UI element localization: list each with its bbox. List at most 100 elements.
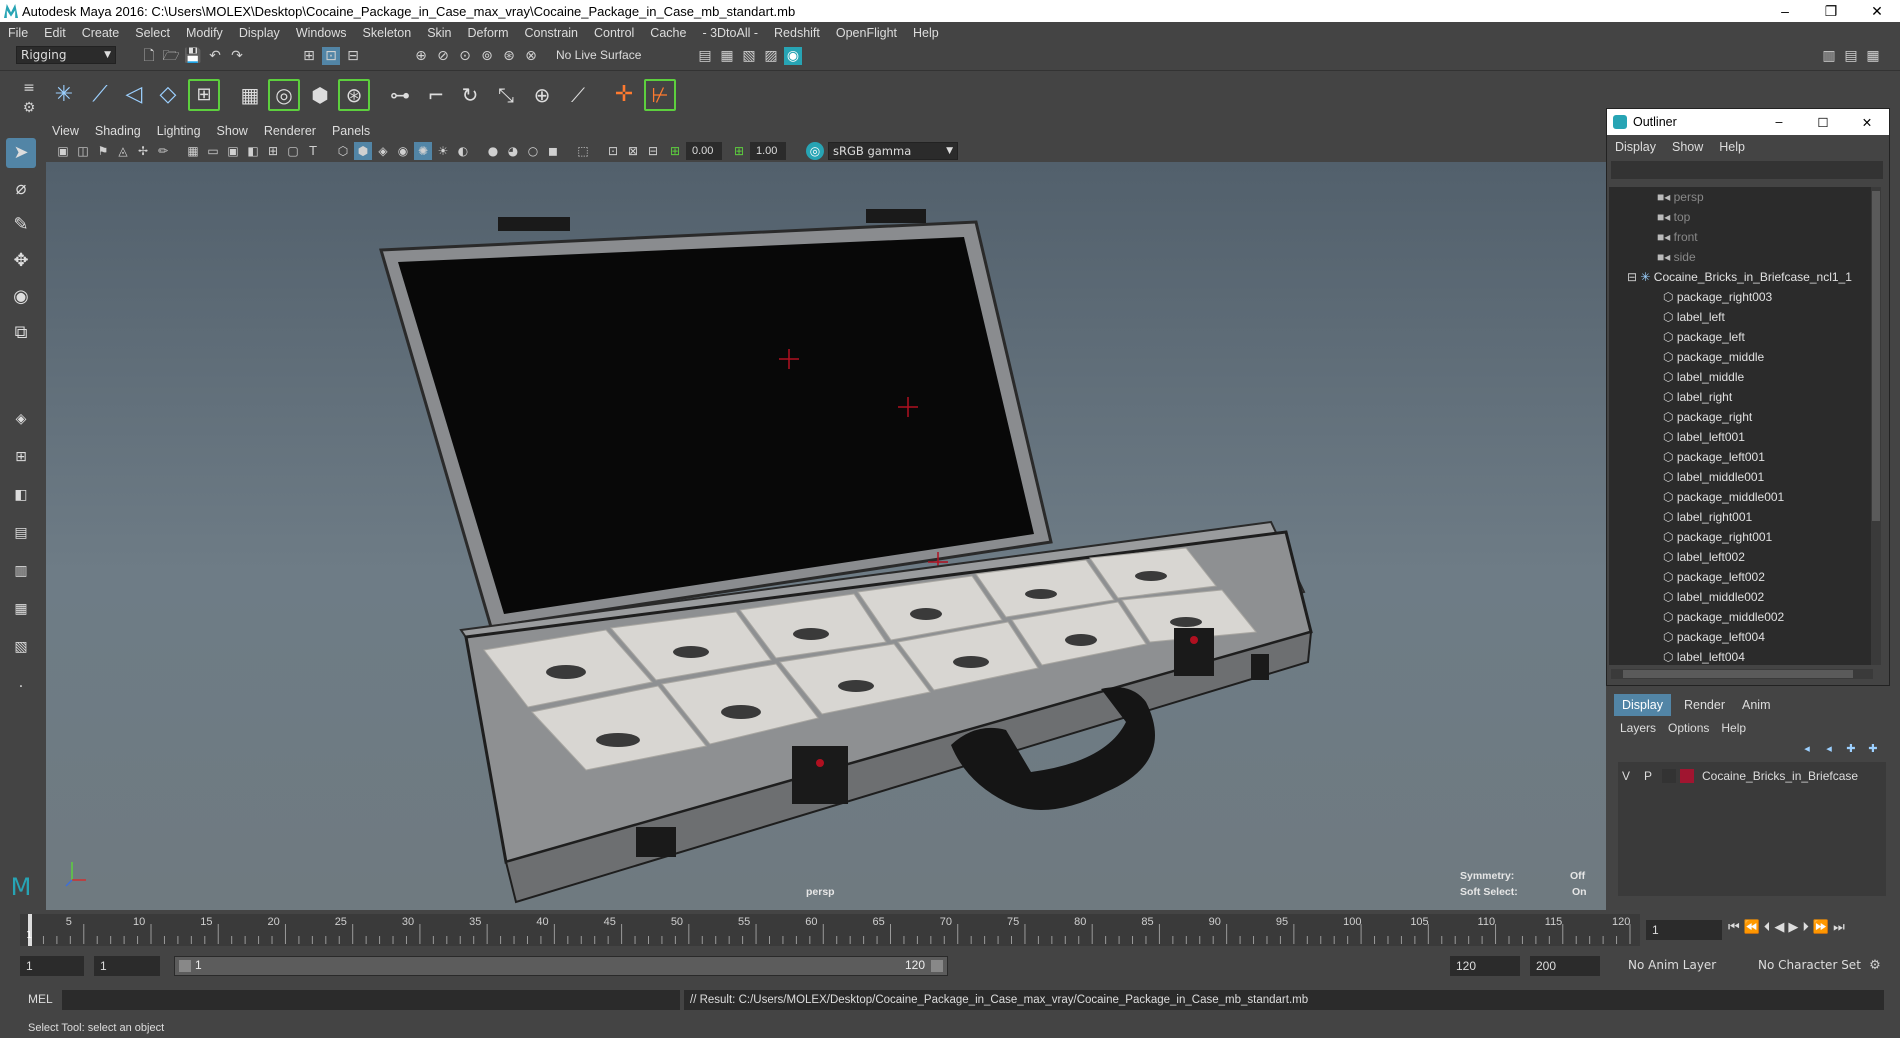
depth-of-field-icon[interactable]: ◼ bbox=[544, 142, 562, 160]
render-settings-icon[interactable]: ▤ bbox=[696, 47, 714, 65]
panel-menu-show[interactable]: Show bbox=[209, 124, 256, 138]
new-layer-selected-icon[interactable]: ✚ bbox=[1864, 740, 1882, 758]
layer-playback-toggle[interactable]: P bbox=[1644, 766, 1652, 786]
outliner-menu-help[interactable]: Help bbox=[1711, 140, 1753, 154]
layer-color-swatch[interactable] bbox=[1680, 769, 1694, 783]
menu-help[interactable]: Help bbox=[905, 26, 947, 40]
snap-surface-icon[interactable]: ⊛ bbox=[500, 47, 518, 65]
gate-mask-icon[interactable]: ◧ bbox=[244, 142, 262, 160]
anim-layer-dropdown[interactable]: No Anim Layer bbox=[1612, 956, 1736, 976]
parent-constraint-icon[interactable]: ⊕ bbox=[526, 79, 558, 111]
list-item[interactable]: ■◂ side bbox=[1609, 247, 1881, 267]
wrap-icon[interactable]: ⬢ bbox=[304, 79, 336, 111]
step-back-icon[interactable]: ⏪ bbox=[1744, 920, 1760, 940]
tab-display[interactable]: Display bbox=[1614, 694, 1671, 716]
shadows-icon[interactable]: ☀ bbox=[434, 142, 452, 160]
list-item[interactable]: ⬡ label_left bbox=[1609, 307, 1881, 327]
list-item[interactable]: ⊟ ✳ Cocaine_Bricks_in_Briefcase_ncl1_1 bbox=[1609, 267, 1881, 287]
list-item[interactable]: ⬡ label_right001 bbox=[1609, 507, 1881, 527]
tab-anim[interactable]: Anim bbox=[1734, 694, 1778, 716]
channel-box-icon[interactable]: ▦ bbox=[1864, 47, 1882, 65]
list-item[interactable]: ⬡ label_middle002 bbox=[1609, 587, 1881, 607]
move-layer-down-icon[interactable]: ◂ bbox=[1820, 740, 1838, 758]
list-item[interactable]: ■◂ front bbox=[1609, 227, 1881, 247]
exposure-icon[interactable]: ⊞ bbox=[666, 142, 684, 160]
camera-attributes-icon[interactable]: ◫ bbox=[74, 142, 92, 160]
pole-vector-icon[interactable]: ⟋ bbox=[562, 79, 594, 111]
gamma-field[interactable]: 1.00 bbox=[750, 142, 786, 160]
collapse-icon[interactable]: ⊟ bbox=[1627, 270, 1640, 284]
point-constraint-icon[interactable]: ⊶ bbox=[384, 79, 416, 111]
live-surface-label[interactable]: No Live Surface bbox=[556, 48, 641, 62]
camera-select-icon[interactable]: ▣ bbox=[54, 142, 72, 160]
exposure-field[interactable]: 0.00 bbox=[686, 142, 722, 160]
outliner-layout-icon[interactable]: ▤ bbox=[6, 518, 36, 548]
two-pane-icon[interactable]: ◧ bbox=[6, 480, 36, 510]
ipr-render-icon[interactable]: ▧ bbox=[740, 47, 758, 65]
snap-curve-icon[interactable]: ⊘ bbox=[434, 47, 452, 65]
maya-home-icon[interactable]: M bbox=[6, 872, 36, 902]
step-forward-icon[interactable]: ⏩ bbox=[1813, 920, 1829, 940]
shelf-settings-icon[interactable]: ⚙ bbox=[20, 99, 38, 117]
list-item[interactable]: ⬡ label_left004 bbox=[1609, 647, 1881, 665]
scale-constraint-icon[interactable]: ⤡ bbox=[490, 79, 522, 111]
2d-pan-icon[interactable]: ✢ bbox=[134, 142, 152, 160]
close-button[interactable]: ✕ bbox=[1854, 3, 1900, 20]
menu-deform[interactable]: Deform bbox=[460, 26, 517, 40]
list-item[interactable]: ⬡ label_left001 bbox=[1609, 427, 1881, 447]
magnet-icon[interactable]: ⊗ bbox=[522, 47, 540, 65]
layer-name[interactable]: Cocaine_Bricks_in_Briefcase bbox=[1702, 766, 1858, 786]
color-space-dropdown[interactable]: sRGB gamma ▼ bbox=[828, 142, 958, 160]
outliner-search-input[interactable] bbox=[1611, 161, 1883, 179]
range-end-handle[interactable] bbox=[931, 960, 943, 972]
safe-action-icon[interactable]: ▢ bbox=[284, 142, 302, 160]
menu-redshift[interactable]: Redshift bbox=[766, 26, 828, 40]
layer-menu-options[interactable]: Options bbox=[1662, 721, 1715, 735]
ambient-occlusion-icon[interactable]: ● bbox=[484, 142, 502, 160]
list-item[interactable]: ⬡ package_right001 bbox=[1609, 527, 1881, 547]
list-item[interactable]: ⬡ package_middle002 bbox=[1609, 607, 1881, 627]
layer-menu-help[interactable]: Help bbox=[1715, 721, 1752, 735]
range-start-handle[interactable] bbox=[179, 960, 191, 972]
menu-constrain[interactable]: Constrain bbox=[517, 26, 587, 40]
menu-control[interactable]: Control bbox=[586, 26, 642, 40]
menu-modify[interactable]: Modify bbox=[178, 26, 231, 40]
step-forward-key-icon[interactable]: ⏵ bbox=[1802, 920, 1809, 940]
menu-skeleton[interactable]: Skeleton bbox=[355, 26, 420, 40]
anim-prefs-icon[interactable]: ⚙ bbox=[1866, 957, 1884, 975]
select-hierarchy-icon[interactable]: ⊞ bbox=[300, 47, 318, 65]
bookmark-icon[interactable]: ⚑ bbox=[94, 142, 112, 160]
rotate-tool-icon[interactable]: ◉ bbox=[6, 282, 36, 312]
select-tool-icon[interactable]: ➤ bbox=[6, 138, 36, 168]
isolate-select-icon[interactable]: ⬚ bbox=[574, 142, 592, 160]
shelf-menu-icon[interactable]: ≡ bbox=[20, 79, 38, 97]
outliner-list[interactable]: ■◂ persp ■◂ top ■◂ front ■◂ side ⊟ ✳ Coc… bbox=[1609, 187, 1881, 665]
textured-icon[interactable]: ◉ bbox=[394, 142, 412, 160]
outliner-hscrollbar-thumb[interactable] bbox=[1623, 670, 1853, 678]
time-slider[interactable]: 5 10 15 20 25 30 35 40 45 50 55 60 65 70 75 80 85 90 95 100… bbox=[20, 914, 1640, 946]
single-pane-icon[interactable]: ◈ bbox=[6, 404, 36, 434]
lattice-icon[interactable]: ▦ bbox=[234, 79, 266, 111]
motion-blur-icon[interactable]: ◕ bbox=[504, 142, 522, 160]
smooth-bind-icon[interactable]: ⊞ bbox=[188, 79, 220, 111]
panel-menu-view[interactable]: View bbox=[44, 124, 87, 138]
outliner-menu-show[interactable]: Show bbox=[1664, 140, 1711, 154]
outliner-scrollbar-thumb[interactable] bbox=[1872, 191, 1880, 521]
panel-menu-lighting[interactable]: Lighting bbox=[149, 124, 209, 138]
list-item[interactable]: ⬡ package_left001 bbox=[1609, 447, 1881, 467]
list-item[interactable]: ⬡ label_middle bbox=[1609, 367, 1881, 387]
list-item[interactable]: ⬡ package_left004 bbox=[1609, 627, 1881, 647]
orient-constraint-icon[interactable]: ↻ bbox=[454, 79, 486, 111]
scale-tool-icon[interactable]: ⧉ bbox=[6, 318, 36, 348]
select-object-icon[interactable]: ⊡ bbox=[322, 47, 340, 65]
snap-view-icon[interactable]: ⊚ bbox=[478, 47, 496, 65]
save-scene-icon[interactable]: 💾 bbox=[184, 47, 202, 65]
xray-icon[interactable]: ◐ bbox=[454, 142, 472, 160]
snap-point-icon[interactable]: ⊙ bbox=[456, 47, 474, 65]
go-to-end-icon[interactable]: ⏭ bbox=[1833, 920, 1845, 940]
new-layer-icon[interactable]: ✚ bbox=[1842, 740, 1860, 758]
playback-start-field[interactable]: 1 bbox=[94, 956, 160, 976]
list-item[interactable]: ■◂ persp bbox=[1609, 187, 1881, 207]
layer-row[interactable]: V P Cocaine_Bricks_in_Briefcase bbox=[1618, 766, 1886, 786]
frame-selected-icon[interactable]: ⊠ bbox=[624, 142, 642, 160]
